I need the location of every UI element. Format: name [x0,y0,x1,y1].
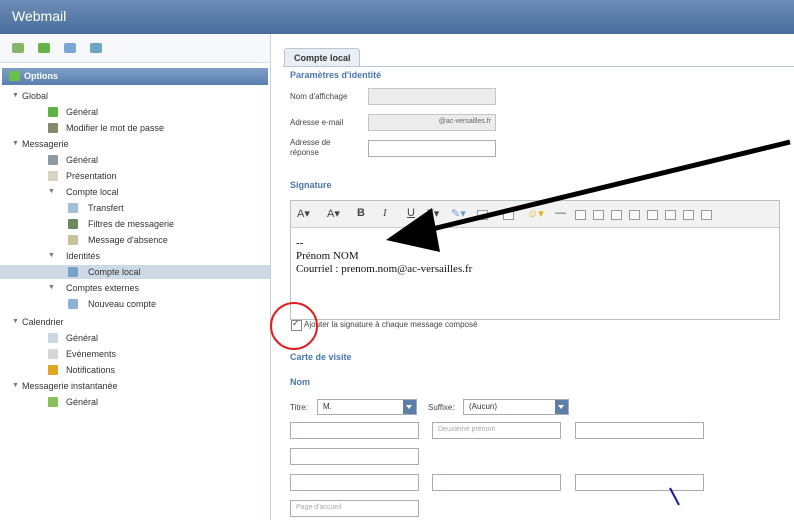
annotation-circle [270,302,318,350]
annotation-arrow-head [386,208,440,252]
annotation-arrow-shaft [419,139,791,235]
annotation-pen-mark [669,487,680,506]
annotation-overlay [270,139,791,506]
